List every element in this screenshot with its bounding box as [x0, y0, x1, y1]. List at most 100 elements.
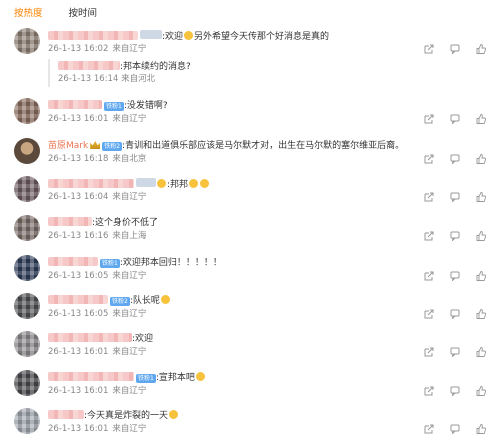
comment-date: 26-1-13 16:05 [48, 271, 109, 281]
comment-icon[interactable] [450, 114, 460, 124]
comment-item: 苗原Mark 铁粉2:青训和出道俱乐部应该是马尔默才对，出生在马尔默的塞尔维亚后裔… [0, 138, 500, 174]
comment-location: 来自北京 [112, 154, 147, 164]
like-icon[interactable] [476, 44, 486, 54]
emoji-icon [160, 295, 170, 304]
comment-location: 来自上海 [112, 231, 147, 241]
like-icon[interactable] [476, 386, 486, 396]
share-icon[interactable] [424, 231, 434, 241]
vip-badge: 铁粉1 [100, 259, 120, 268]
vip-badge: 铁粉2 [102, 142, 123, 151]
reply-location: 来自河北 [121, 74, 156, 84]
avatar[interactable] [14, 215, 40, 241]
like-icon[interactable] [476, 114, 486, 124]
username-blurred[interactable] [48, 217, 92, 226]
like-icon[interactable] [476, 231, 486, 241]
username-blurred[interactable] [48, 295, 108, 304]
username-blurred[interactable] [48, 333, 132, 342]
vip-badge: 铁粉2 [110, 297, 130, 306]
comment-item: 铁粉1:没发错啊? 26-1-13 16:01 来自辽宁 [0, 98, 500, 134]
comment-text: :队长呢 [129, 296, 160, 306]
comment-date: 26-1-13 16:05 [48, 309, 109, 319]
comment-location: 来自辽宁 [112, 192, 147, 202]
comment-location: 来自辽宁 [112, 271, 147, 281]
avatar[interactable] [14, 293, 40, 319]
comment-location: 来自辽宁 [112, 424, 147, 434]
comment-icon[interactable] [450, 231, 460, 241]
vip-badge [136, 178, 156, 187]
comment-icon[interactable] [450, 309, 460, 319]
comment-actions [424, 44, 486, 54]
vip-badge [140, 30, 162, 39]
share-icon[interactable] [424, 154, 434, 164]
comment-icon[interactable] [450, 386, 460, 396]
share-icon[interactable] [424, 347, 434, 357]
comment-icon[interactable] [450, 192, 460, 202]
comment-date: 26-1-13 16:04 [48, 192, 109, 202]
comment-location: 来自辽宁 [112, 114, 147, 124]
username[interactable]: 苗原Mark [48, 141, 88, 151]
sort-tabs: 按热度 按时间 [14, 8, 97, 22]
comment-item: :欢迎 26-1-13 16:01 来自辽宁 [0, 331, 500, 367]
comment-item: :这个身价不低了 26-1-13 16:16 来自上海 [0, 215, 500, 251]
share-icon[interactable] [424, 114, 434, 124]
comment-date: 26-1-13 16:01 [48, 386, 109, 396]
avatar[interactable] [14, 176, 40, 202]
comment-text: :宣邦本吧 [155, 373, 195, 383]
comment-text: :这个身价不低了 [92, 218, 159, 228]
username-blurred[interactable] [48, 257, 98, 266]
username-blurred[interactable] [48, 410, 84, 419]
emoji-icon [184, 31, 194, 40]
share-icon[interactable] [424, 309, 434, 319]
vip-badge: 铁粉1 [104, 102, 124, 111]
comment-icon[interactable] [450, 271, 460, 281]
comment-icon[interactable] [450, 44, 460, 54]
like-icon[interactable] [476, 347, 486, 357]
comment-location: 来自辽宁 [112, 44, 147, 54]
share-icon[interactable] [424, 44, 434, 54]
like-icon[interactable] [476, 192, 486, 202]
comment-date: 26-1-13 16:01 [48, 114, 109, 124]
avatar[interactable] [14, 408, 40, 434]
comment-item: 铁粉1:宣邦本吧 26-1-13 16:01 来自辽宁 [0, 370, 500, 406]
avatar[interactable] [14, 28, 40, 54]
like-icon[interactable] [476, 424, 486, 434]
share-icon[interactable] [424, 424, 434, 434]
emoji-icon [200, 179, 210, 188]
reply-date: 26-1-13 16:14 [58, 74, 119, 84]
username-blurred[interactable] [48, 31, 138, 40]
comment-location: 来自辽宁 [112, 347, 147, 357]
reply-line: :邦本续约的消息? [58, 61, 191, 73]
share-icon[interactable] [424, 271, 434, 281]
avatar[interactable] [14, 98, 40, 124]
avatar[interactable] [14, 138, 40, 164]
username-blurred[interactable] [48, 100, 102, 109]
like-icon[interactable] [476, 309, 486, 319]
comment-text: :今天真是炸裂的一天 [84, 411, 169, 421]
vip-badge: 铁粉1 [136, 374, 156, 383]
avatar[interactable] [14, 331, 40, 357]
reply-box: :邦本续约的消息? 26-1-13 16:14 来自河北 [48, 59, 408, 87]
username-blurred[interactable] [48, 372, 134, 381]
comment-icon[interactable] [450, 424, 460, 434]
comment-icon[interactable] [450, 154, 460, 164]
comment-icon[interactable] [450, 347, 460, 357]
tab-by-time[interactable]: 按时间 [69, 8, 98, 22]
like-icon[interactable] [476, 271, 486, 281]
avatar[interactable] [14, 255, 40, 281]
avatar[interactable] [14, 370, 40, 396]
tab-by-hot[interactable]: 按热度 [14, 8, 43, 22]
comment-date: 26-1-13 16:02 [48, 44, 109, 54]
comment-text: :邦邦 [167, 180, 189, 190]
like-icon[interactable] [476, 154, 486, 164]
username-blurred[interactable] [48, 179, 134, 188]
share-icon[interactable] [424, 386, 434, 396]
comment-date: 26-1-13 16:01 [48, 347, 109, 357]
comment-location: 来自辽宁 [112, 309, 147, 319]
comment-date: 26-1-13 16:18 [48, 154, 109, 164]
comment-item: 铁粉1:欢迎邦本回归！！！！！ 26-1-13 16:05 来自辽宁 [0, 255, 500, 291]
comment-date: 26-1-13 16:16 [48, 231, 109, 241]
emoji-icon [189, 179, 199, 188]
reply-username-blurred[interactable] [58, 61, 120, 70]
share-icon[interactable] [424, 192, 434, 202]
comment-item: :邦邦 26-1-13 16:04 来自辽宁 [0, 176, 500, 212]
